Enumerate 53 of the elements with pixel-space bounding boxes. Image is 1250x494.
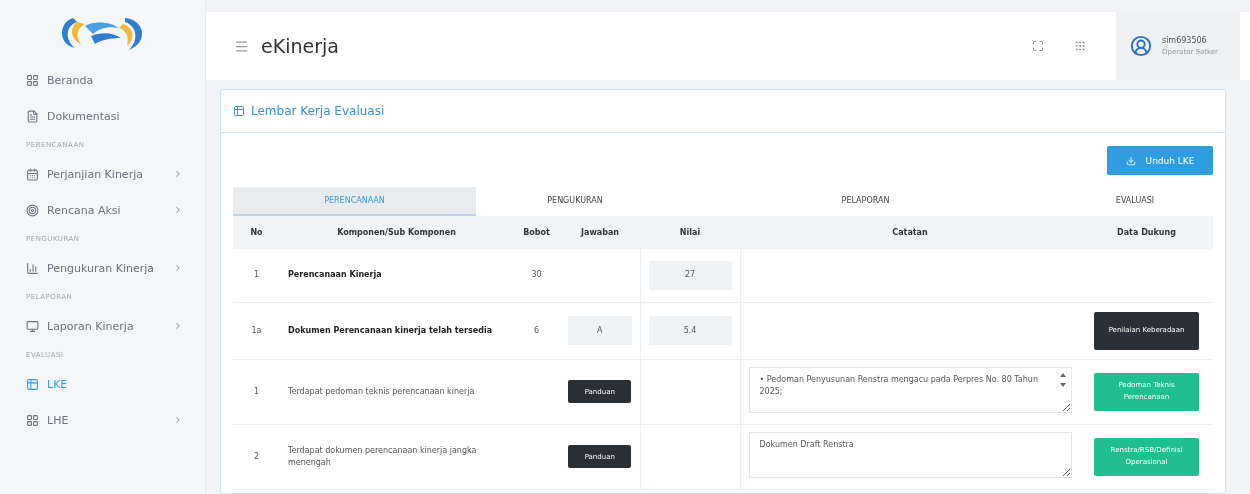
table-cell: Terdapat dokumen perencanaan kinerja jangka menengah xyxy=(280,424,513,489)
table-cell: 30 xyxy=(513,249,560,302)
table-icon xyxy=(26,377,39,391)
download-button[interactable]: Unduh LKE xyxy=(1107,146,1213,175)
column-header: No xyxy=(233,216,280,249)
score-field: 5.4 xyxy=(648,316,732,345)
target-icon xyxy=(26,203,39,217)
menu-icon[interactable] xyxy=(234,38,249,54)
sidebar-item[interactable]: Perjanjian Kinerja xyxy=(0,156,205,192)
fullscreen-icon[interactable] xyxy=(1031,40,1044,52)
card-title: Lembar Kerja Evaluasi xyxy=(251,104,385,118)
table-cell: 1 xyxy=(233,249,280,302)
sidebar-item[interactable]: LHE xyxy=(0,402,205,438)
document-icon xyxy=(26,109,39,123)
apps-icon[interactable] xyxy=(1073,40,1086,52)
note-field[interactable]: • Pedoman Penyusunan Renstra mengacu pada Perpres No. 80 Tahun 2025; xyxy=(748,366,1072,413)
table-cell: Dokumen Perencanaan kinerja telah tersedia xyxy=(280,302,513,359)
sidebar-item[interactable]: Pengukuran Kinerja xyxy=(0,250,205,286)
grid-icon xyxy=(26,413,39,427)
table-icon xyxy=(233,105,245,117)
column-header: Nilai xyxy=(640,216,740,249)
table-cell: Terdapat pedoman teknis perencanaan kinerja xyxy=(280,359,513,424)
avatar-icon xyxy=(1129,35,1152,57)
column-header: Bobot xyxy=(513,216,560,249)
tab[interactable]: PELAPORAN xyxy=(674,187,1057,216)
grid-icon xyxy=(26,73,39,87)
column-header: Jawaban xyxy=(560,216,640,249)
download-icon xyxy=(1125,155,1136,166)
tab[interactable]: EVALUASI xyxy=(1057,187,1213,216)
monitor-icon xyxy=(26,319,39,333)
app-title: eKinerja xyxy=(261,35,340,57)
table-cell: 2 xyxy=(233,424,280,489)
scroll-arrows-icon[interactable] xyxy=(1060,372,1066,387)
user-name: sim693506 xyxy=(1161,36,1208,45)
sidebar-item[interactable]: Rencana Aksi xyxy=(0,192,205,228)
sidebar-item[interactable]: Laporan Kinerja xyxy=(0,308,205,344)
sidebar-item[interactable]: LKE xyxy=(0,366,205,402)
column-header: Catatan xyxy=(740,216,1080,249)
sidebar-item[interactable]: Beranda xyxy=(0,62,205,98)
bar-chart-icon xyxy=(26,261,39,275)
column-header: Komponen/Sub Komponen xyxy=(280,216,513,249)
note-field[interactable]: Dokumen Draft Renstra xyxy=(748,431,1072,478)
tab[interactable]: PENGUKURAN xyxy=(476,187,674,216)
tab[interactable]: PERENCANAAN xyxy=(233,187,476,216)
column-header: Data Dukung xyxy=(1080,216,1213,249)
table-cell: Perencanaan Kinerja xyxy=(280,249,513,302)
table-cell: 1a xyxy=(233,302,280,359)
answer-field[interactable]: A xyxy=(568,316,632,345)
table-cell: 6 xyxy=(513,302,560,359)
sidebar-item[interactable]: Dokumentasi xyxy=(0,98,205,134)
calendar-icon xyxy=(26,167,39,181)
score-field: 27 xyxy=(648,260,732,290)
table-cell: 1 xyxy=(233,359,280,424)
